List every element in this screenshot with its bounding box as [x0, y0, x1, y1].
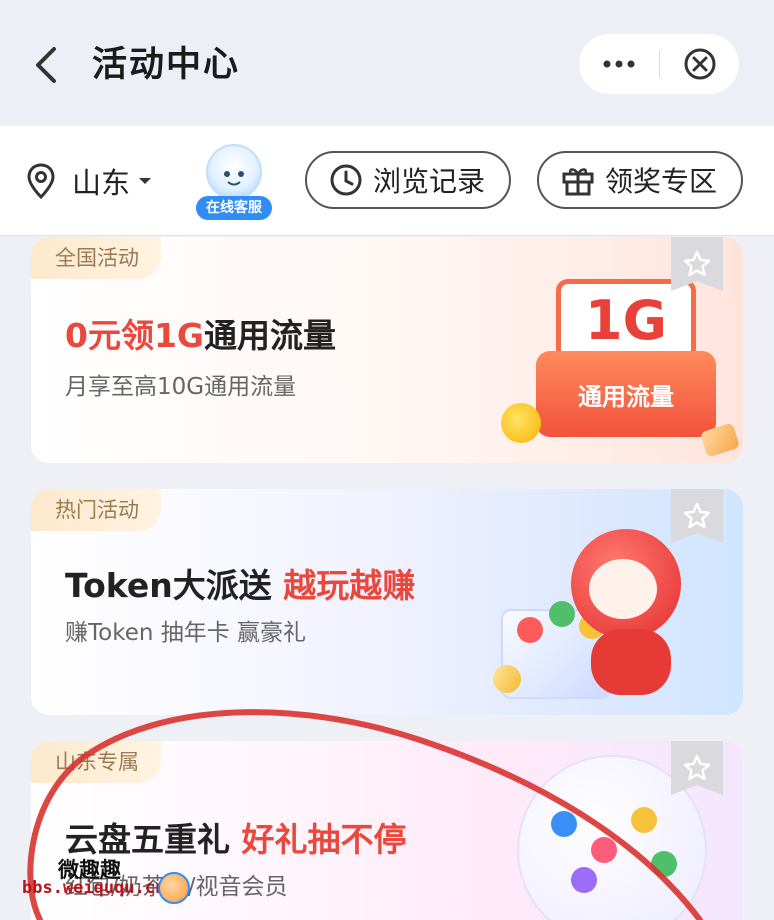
close-circle-icon [684, 48, 715, 80]
title-bar: 活动中心 [0, 0, 774, 126]
star-icon [683, 754, 711, 781]
favorite-button[interactable] [671, 741, 723, 795]
lobster-mascot-illustration [551, 509, 691, 699]
service-badge: 在线客服 [196, 196, 272, 220]
back-button[interactable] [26, 40, 66, 90]
activity-card-token[interactable]: 热门活动 Token大派送 越玩越赚 赚Token 抽年卡 赢豪礼 [31, 489, 743, 715]
card-title-highlight: 越玩越赚 [283, 566, 416, 605]
watermark-url: bbs.weiququ.cn [22, 878, 166, 898]
card-title-highlight: 0元领1G [65, 316, 205, 355]
ticket-amount: 1G [556, 279, 696, 361]
app-ball-decoration [591, 837, 617, 863]
browse-history-button[interactable]: 浏览记录 [305, 151, 511, 209]
activity-card-traffic[interactable]: 全国活动 0元领1G通用流量 月享至高10G通用流量 1G 通用流量 [31, 237, 743, 463]
ticket-label: 通用流量 [578, 382, 674, 411]
site-watermark: 微趣趣 bbs.weiququ.cn [8, 848, 198, 908]
ticket-body: 通用流量 [536, 351, 716, 437]
more-dots-icon [603, 60, 635, 68]
location-label: 山东 [72, 166, 131, 200]
page-title: 活动中心 [92, 45, 241, 85]
app-ball-decoration [631, 807, 657, 833]
card-tag: 山东专属 [31, 741, 161, 783]
location-pin-icon [27, 163, 55, 199]
app-ball-decoration [571, 867, 597, 893]
watermark-mascot-icon [158, 872, 190, 904]
filter-toolbar: 山东 在线客服 浏览记录 领奖专区 [0, 126, 774, 236]
card-title: 0元领1G通用流量 [65, 309, 336, 357]
card-tag: 热门活动 [31, 489, 161, 531]
app-ball-decoration [517, 617, 543, 643]
card-title-highlight: 好礼抽不停 [241, 820, 407, 859]
browse-history-label: 浏览记录 [373, 165, 486, 198]
card-title-rest: 通用流量 [204, 316, 337, 355]
location-selector[interactable]: 山东 [26, 160, 152, 202]
close-button[interactable] [660, 34, 739, 94]
clock-icon [329, 163, 363, 197]
prize-zone-button[interactable]: 领奖专区 [537, 151, 743, 209]
service-avatar [206, 144, 262, 200]
gift-icon [561, 163, 595, 197]
mascot-body [591, 629, 671, 695]
app-ball-decoration [551, 811, 577, 837]
online-service-button[interactable]: 在线客服 [196, 144, 272, 222]
card-title: Token大派送 越玩越赚 [65, 559, 415, 607]
mascot-face [589, 559, 657, 619]
more-button[interactable] [579, 34, 659, 94]
caret-down-icon [139, 178, 152, 184]
card-tag: 全国活动 [31, 237, 161, 279]
prize-zone-label: 领奖专区 [605, 165, 718, 198]
emoji-decoration [501, 403, 541, 443]
card-subtitle: 月享至高10G通用流量 [65, 374, 297, 400]
star-icon [683, 502, 711, 529]
mini-program-capsule [579, 34, 739, 94]
star-icon [683, 250, 711, 277]
favorite-button[interactable] [671, 489, 723, 543]
card-title-main: Token大派送 [65, 566, 284, 605]
card-subtitle: 赚Token 抽年卡 赢豪礼 [65, 620, 307, 646]
chevron-left-icon [36, 47, 56, 83]
app-ball-decoration [651, 851, 677, 877]
traffic-ticket-illustration: 1G 通用流量 [536, 279, 716, 439]
